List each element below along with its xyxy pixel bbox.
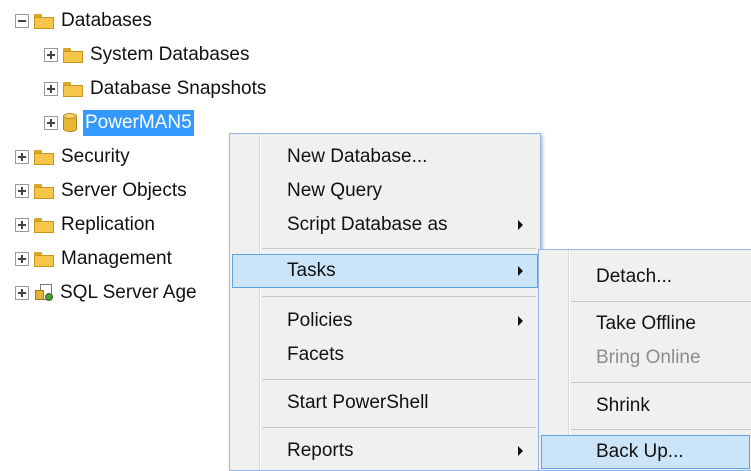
menu-separator: [571, 429, 751, 430]
tree-node-label: Databases: [61, 10, 152, 31]
tree-node-security[interactable]: Security: [15, 142, 130, 172]
tree-node-powerman5[interactable]: PowerMAN5: [44, 108, 194, 138]
expand-icon[interactable]: [15, 218, 29, 232]
tree-node-sql-server-agent[interactable]: SQL Server Age: [15, 278, 197, 308]
collapse-icon[interactable]: [15, 14, 29, 28]
chevron-right-icon: [518, 446, 523, 456]
menu-item-tasks[interactable]: Tasks: [232, 254, 538, 288]
menu-item-detach[interactable]: Detach...: [541, 260, 750, 294]
tree-node-label: Management: [61, 248, 172, 269]
tree-node-management[interactable]: Management: [15, 244, 172, 274]
tree-node-label-selected: PowerMAN5: [83, 110, 194, 136]
menu-separator: [571, 301, 751, 302]
folder-icon: [34, 183, 54, 199]
tree-node-system-databases[interactable]: System Databases: [44, 40, 249, 70]
folder-icon: [34, 13, 54, 29]
expand-icon[interactable]: [44, 48, 58, 62]
tree-node-label: Security: [61, 146, 130, 167]
menu-item-reports[interactable]: Reports: [232, 434, 538, 468]
menu-separator: [571, 382, 751, 383]
menu-item-take-offline[interactable]: Take Offline: [541, 307, 750, 341]
chevron-right-icon: [518, 266, 523, 276]
expand-icon[interactable]: [15, 286, 29, 300]
tree-node-label: Database Snapshots: [90, 78, 267, 99]
folder-icon: [34, 217, 54, 233]
expand-icon[interactable]: [44, 116, 58, 130]
chevron-right-icon: [518, 220, 523, 230]
expand-icon[interactable]: [15, 252, 29, 266]
tree-node-database-snapshots[interactable]: Database Snapshots: [44, 74, 266, 104]
menu-item-start-powershell[interactable]: Start PowerShell: [232, 386, 538, 420]
menu-separator: [262, 248, 536, 249]
menu-item-script-database-as[interactable]: Script Database as: [232, 208, 538, 242]
menu-separator: [262, 427, 536, 428]
menu-separator: [262, 379, 536, 380]
menu-item-shrink[interactable]: Shrink: [541, 389, 750, 423]
menu-item-new-database[interactable]: New Database...: [232, 140, 538, 174]
tree-node-label: SQL Server Age: [60, 282, 197, 303]
tree-node-label: Replication: [61, 214, 155, 235]
database-context-menu: New Database... New Query Script Databas…: [229, 133, 541, 471]
folder-icon: [63, 81, 83, 97]
tree-node-label: Server Objects: [61, 180, 187, 201]
folder-icon: [63, 47, 83, 63]
menu-item-policies[interactable]: Policies: [232, 304, 538, 338]
menu-item-new-query[interactable]: New Query: [232, 174, 538, 208]
menu-item-facets[interactable]: Facets: [232, 338, 538, 372]
sql-agent-icon: [34, 283, 54, 303]
tasks-submenu: Detach... Take Offline Bring Online Shri…: [538, 249, 751, 471]
folder-icon: [34, 251, 54, 267]
database-icon: [63, 113, 77, 133]
menu-item-bring-online: Bring Online: [596, 347, 701, 368]
folder-icon: [34, 149, 54, 165]
expand-icon[interactable]: [15, 184, 29, 198]
tree-node-label: System Databases: [90, 44, 250, 65]
menu-separator: [262, 296, 536, 297]
expand-icon[interactable]: [44, 82, 58, 96]
tree-node-replication[interactable]: Replication: [15, 210, 155, 240]
tree-node-server-objects[interactable]: Server Objects: [15, 176, 187, 206]
chevron-right-icon: [518, 316, 523, 326]
tree-node-databases[interactable]: Databases: [15, 6, 152, 36]
expand-icon[interactable]: [15, 150, 29, 164]
menu-item-back-up[interactable]: Back Up...: [541, 435, 750, 469]
